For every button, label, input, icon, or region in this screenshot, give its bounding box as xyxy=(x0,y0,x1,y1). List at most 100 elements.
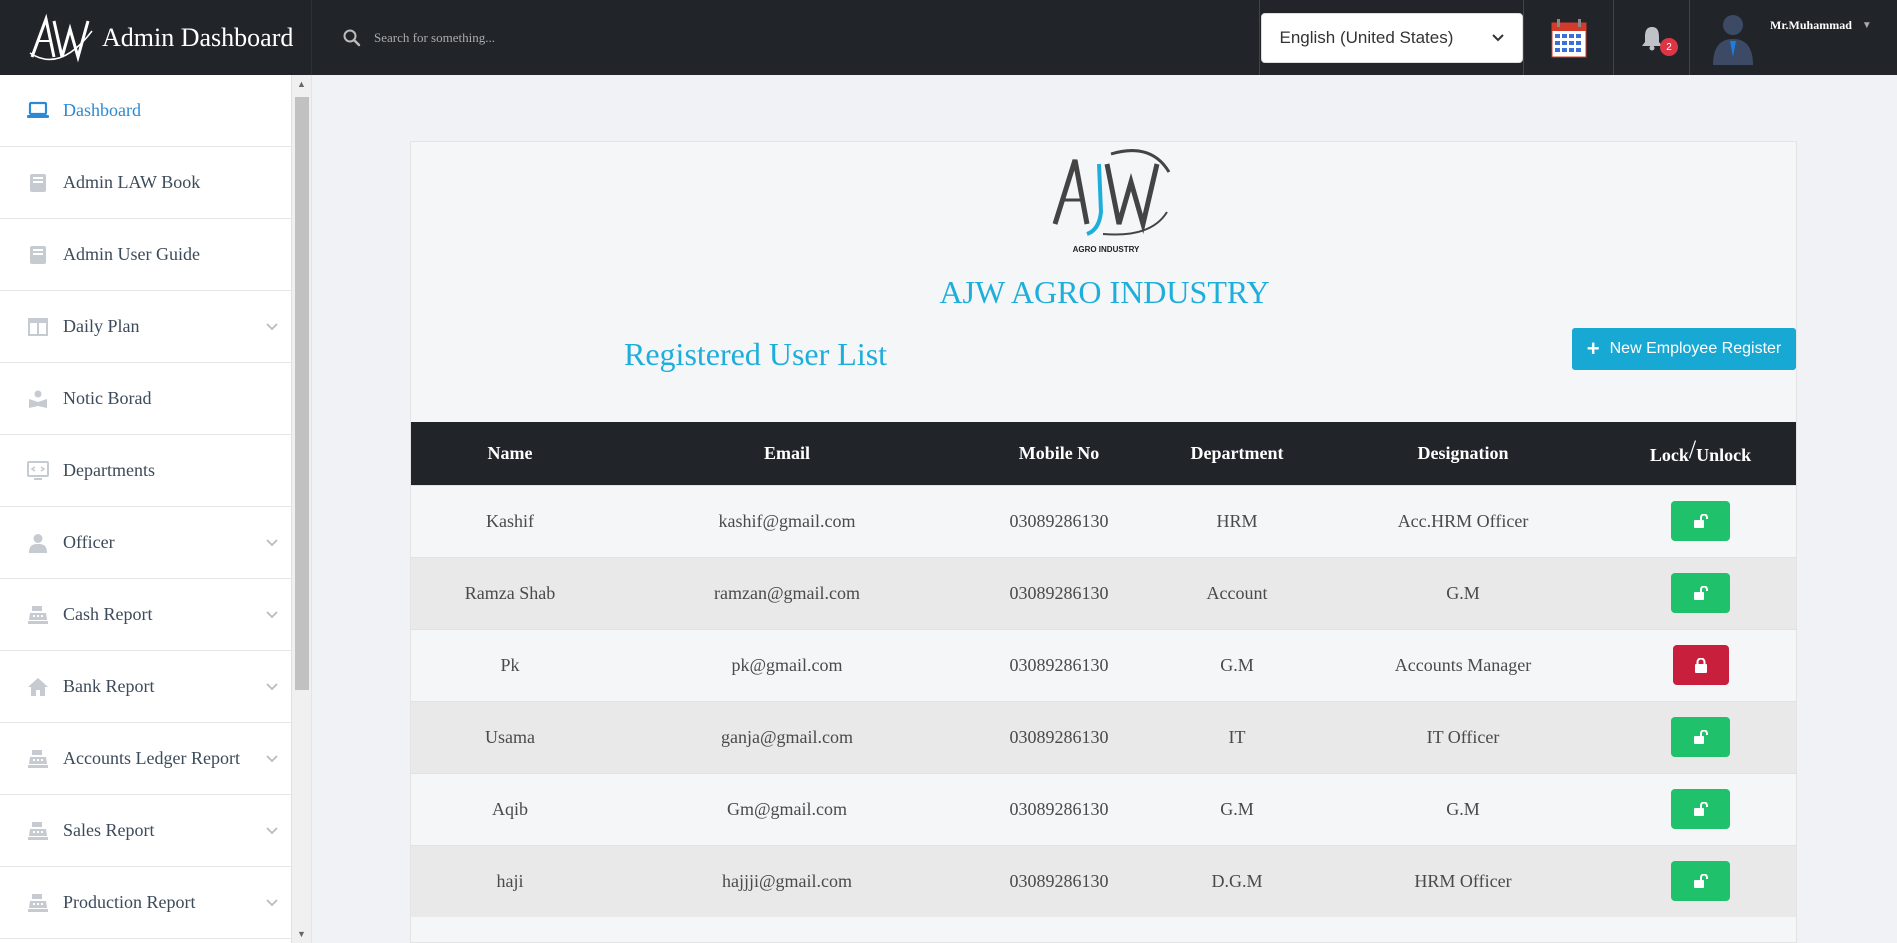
unlock-icon xyxy=(1693,802,1708,816)
new-employee-register-button[interactable]: + New Employee Register xyxy=(1572,328,1796,370)
cell-department: G.M xyxy=(1153,772,1321,845)
cell-name: Kashif xyxy=(411,484,609,557)
cell-lock xyxy=(1605,844,1796,917)
sidebar-item-sales-report[interactable]: Sales Report xyxy=(0,795,291,867)
search-icon xyxy=(343,29,361,46)
column-header-email[interactable]: Email xyxy=(609,422,965,485)
lock-header-part-a: Lock xyxy=(1649,445,1689,466)
chevron-down-icon xyxy=(266,827,278,835)
book-icon xyxy=(26,243,50,267)
unlock-button[interactable] xyxy=(1671,573,1730,613)
cell-department: IT xyxy=(1153,700,1321,773)
company-logo: AGRO INDUSTRY xyxy=(1052,149,1171,254)
avatar xyxy=(1713,14,1753,65)
cell-name: Pk xyxy=(411,628,609,701)
sidebar-item-officer[interactable]: Officer xyxy=(0,507,291,579)
chevron-down-icon xyxy=(266,539,278,547)
unlock-icon xyxy=(1693,514,1708,528)
lock-header-part-b: Unlock xyxy=(1696,445,1752,466)
notifications-button[interactable]: 2 xyxy=(1613,0,1689,75)
cell-department: G.M xyxy=(1153,628,1321,701)
unlock-button[interactable] xyxy=(1671,501,1730,541)
cell-lock xyxy=(1605,628,1796,701)
cell-designation: Accounts Manager xyxy=(1321,628,1605,701)
column-header-lock-unlock[interactable]: Lock/Unlock xyxy=(1605,422,1796,485)
column-header-department[interactable]: Department xyxy=(1153,422,1321,485)
column-header-mobile[interactable]: Mobile No xyxy=(965,422,1153,485)
caret-down-icon: ▼ xyxy=(1861,20,1872,31)
sidebar-scroll-thumb[interactable] xyxy=(295,97,309,690)
sidebar-item-admin-user-guide[interactable]: Admin User Guide xyxy=(0,219,291,291)
sidebar-item-notic-borad[interactable]: Notic Borad xyxy=(0,363,291,435)
unlock-button[interactable] xyxy=(1671,789,1730,829)
column-header-name[interactable]: Name xyxy=(411,422,609,485)
cell-designation: IT Officer xyxy=(1321,700,1605,773)
users-table: Name Email Mobile No Department Designat… xyxy=(411,422,1796,917)
cash-register-icon xyxy=(26,891,50,915)
sidebar-item-label: Production Report xyxy=(63,892,196,912)
sidebar-item-label: Sales Report xyxy=(63,820,155,840)
sidebar-item-label: Notic Borad xyxy=(63,388,152,408)
new-employee-register-label: New Employee Register xyxy=(1609,340,1782,357)
sidebar-item-label: Bank Report xyxy=(63,676,155,696)
sidebar-item-departments[interactable]: Departments xyxy=(0,435,291,507)
table-row: Usama ganja@gmail.com 03089286130 IT IT Offi… xyxy=(411,700,1796,773)
column-header-designation[interactable]: Designation xyxy=(1321,422,1605,485)
calendar-icon xyxy=(1551,18,1586,57)
table-row: Pk pk@gmail.com 03089286130 G.M Accounts Man… xyxy=(411,628,1796,701)
chevron-down-icon xyxy=(266,683,278,691)
page-title: Registered User List xyxy=(624,336,888,372)
sidebar-item-production-report[interactable]: Production Report xyxy=(0,867,291,939)
top-bar: Admin Dashboard English (United States) xyxy=(0,0,1897,75)
search-input[interactable] xyxy=(374,29,874,46)
notification-badge: 2 xyxy=(1660,38,1678,56)
calendar-button[interactable] xyxy=(1523,0,1613,75)
sidebar-item-label: Daily Plan xyxy=(63,316,140,336)
cell-mobile: 03089286130 xyxy=(965,772,1153,845)
sidebar: Dashboard Admin LAW Book Admin User Guide D… xyxy=(0,75,312,943)
cell-mobile: 03089286130 xyxy=(965,556,1153,629)
cell-designation: G.M xyxy=(1321,556,1605,629)
cell-department: Account xyxy=(1153,556,1321,629)
unlock-icon xyxy=(1693,586,1708,600)
sidebar-item-label: Departments xyxy=(63,460,155,480)
user-icon xyxy=(26,531,50,555)
language-select[interactable]: English (United States) xyxy=(1260,12,1523,63)
sidebar-item-admin-law-book[interactable]: Admin LAW Book xyxy=(0,147,291,219)
cell-email: pk@gmail.com xyxy=(609,628,965,701)
cell-lock xyxy=(1605,556,1796,629)
chevron-down-icon xyxy=(1491,33,1504,41)
sidebar-item-accounts-ledger-report[interactable]: Accounts Ledger Report xyxy=(0,723,291,795)
scroll-down-icon[interactable]: ▼ xyxy=(297,929,306,939)
table-row: Ramza Shab ramzan@gmail.com 03089286130 Acc… xyxy=(411,556,1796,629)
user-menu[interactable]: Mr.Muhammad ▼ xyxy=(1689,0,1897,75)
cash-register-icon xyxy=(26,819,50,843)
lock-header-slash: / xyxy=(1688,435,1697,465)
chevron-down-icon xyxy=(266,611,278,619)
unlock-button[interactable] xyxy=(1671,717,1730,757)
sidebar-scrollbar[interactable]: ▲ ▼ xyxy=(291,75,311,943)
lock-button[interactable] xyxy=(1672,645,1729,685)
chevron-down-icon xyxy=(266,323,278,331)
home-icon xyxy=(26,675,50,699)
plus-icon: + xyxy=(1586,336,1600,361)
chevron-down-icon xyxy=(266,899,278,907)
sidebar-item-bank-report[interactable]: Bank Report xyxy=(0,651,291,723)
sidebar-item-daily-plan[interactable]: Daily Plan xyxy=(0,291,291,363)
lock-icon xyxy=(1694,657,1707,673)
brand-logo-icon xyxy=(29,13,93,63)
brand[interactable]: Admin Dashboard xyxy=(0,0,312,75)
sidebar-item-cash-report[interactable]: Cash Report xyxy=(0,579,291,651)
sidebar-item-dashboard[interactable]: Dashboard xyxy=(0,75,291,147)
brand-title: Admin Dashboard xyxy=(102,22,294,52)
chevron-down-icon xyxy=(266,755,278,763)
cell-lock xyxy=(1605,700,1796,773)
cell-name: Aqib xyxy=(411,772,609,845)
cell-email: ganja@gmail.com xyxy=(609,700,965,773)
cell-mobile: 03089286130 xyxy=(965,484,1153,557)
unlock-button[interactable] xyxy=(1671,861,1730,902)
cell-email: hajjji@gmail.com xyxy=(609,844,965,917)
scroll-up-icon[interactable]: ▲ xyxy=(297,79,306,89)
search-bar xyxy=(312,0,1259,75)
table-row: haji hajjji@gmail.com 03089286130 D.G.M HRM … xyxy=(411,844,1796,917)
